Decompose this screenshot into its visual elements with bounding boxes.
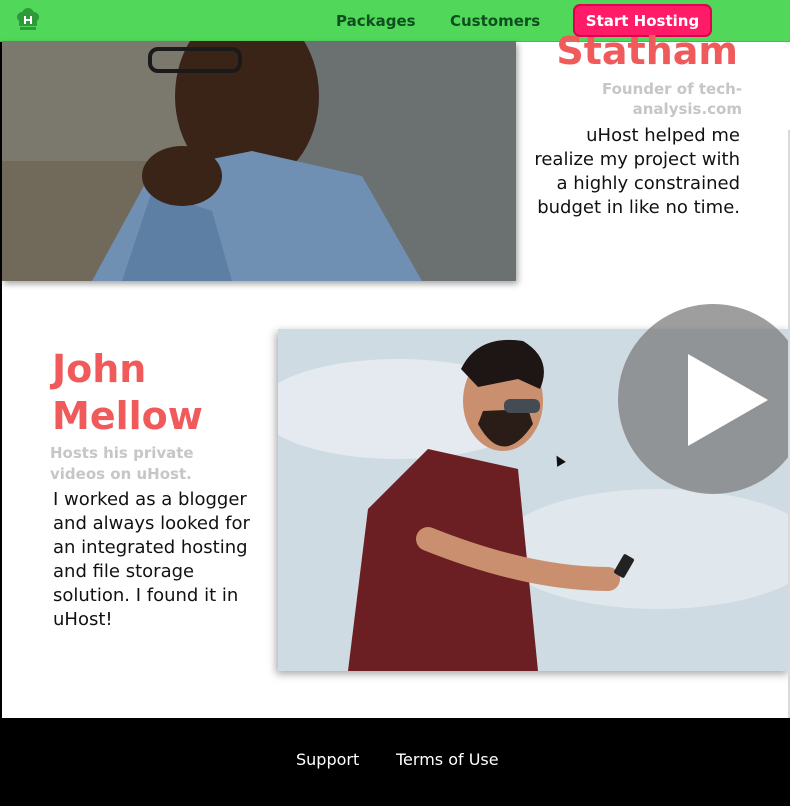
- customer-name: Statham: [556, 29, 738, 73]
- uhost-logo-icon[interactable]: [16, 8, 40, 32]
- customer-photo-statham: [2, 41, 516, 281]
- customer-role: Founder of tech-analysis.com: [601, 80, 742, 118]
- nav-customers-link[interactable]: Customers: [450, 12, 540, 30]
- customer-name-first: John: [52, 347, 147, 391]
- play-icon: [688, 354, 768, 446]
- customer-name-last: Mellow: [52, 394, 203, 438]
- customer-role: Hosts his private videos on uHost.: [50, 444, 194, 483]
- customer-quote: uHost helped me realize my project with …: [534, 125, 740, 218]
- nav-packages-link[interactable]: Packages: [336, 12, 416, 30]
- customer-quote: I worked as a blogger and always looked …: [53, 489, 250, 630]
- footer-terms-link[interactable]: Terms of Use: [396, 750, 499, 769]
- main-footer: Support Terms of Use: [0, 718, 790, 806]
- customer-name: John Mellow: [52, 346, 252, 440]
- footer-support-link[interactable]: Support: [296, 750, 359, 769]
